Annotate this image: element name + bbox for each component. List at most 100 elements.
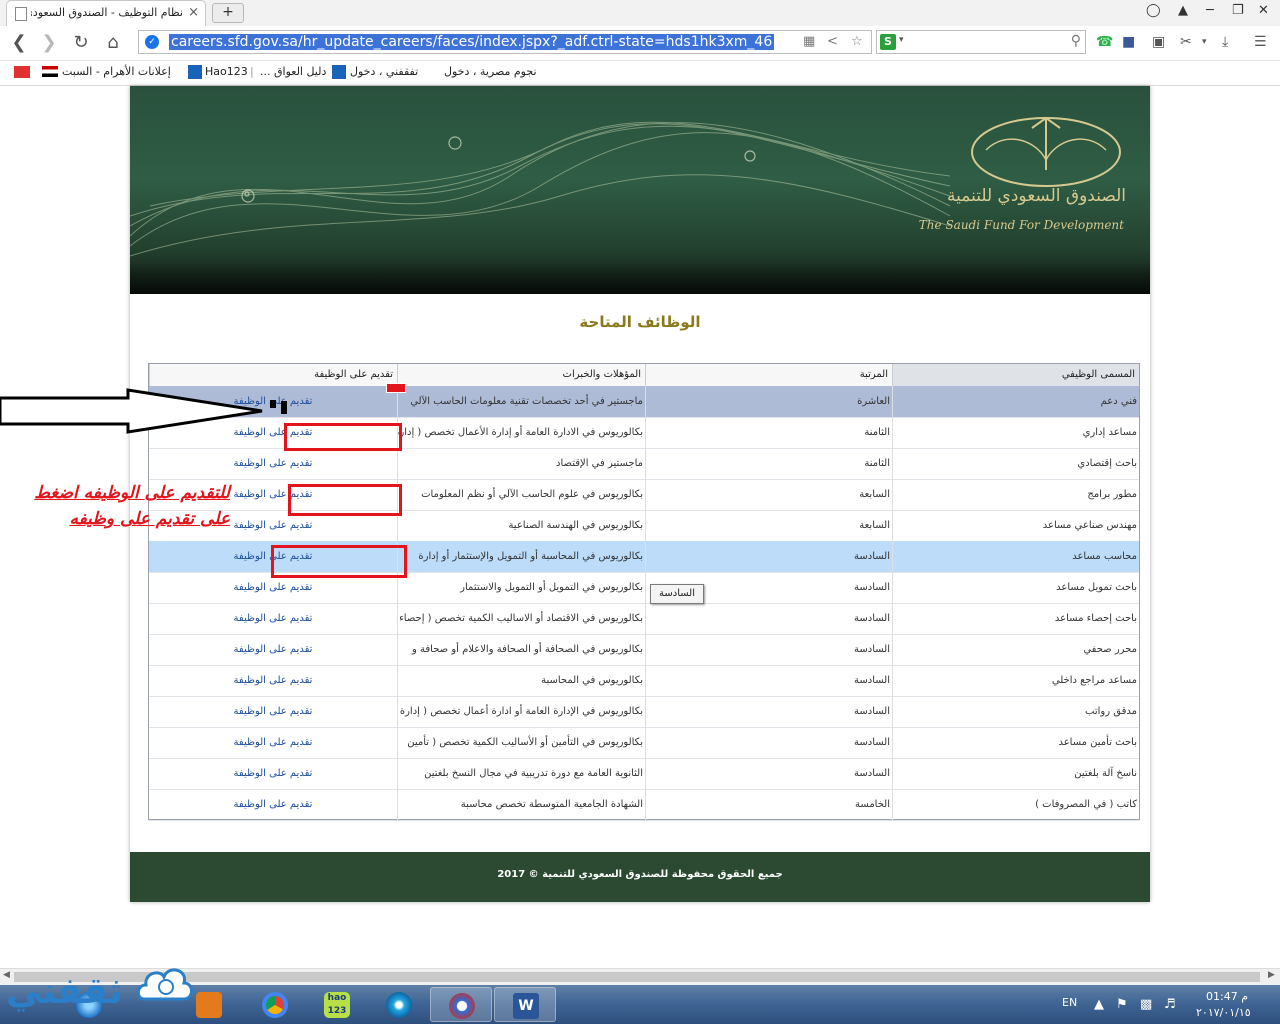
forward-icon[interactable]: ❯	[38, 32, 60, 54]
banner-shadow	[130, 262, 1150, 294]
clock-date[interactable]: ٢٠١٧/٠١/١٥	[1196, 1006, 1251, 1019]
close-window-icon[interactable]: ✕	[1258, 3, 1269, 18]
apps-icon[interactable]	[14, 66, 30, 78]
bookmark-nogoum[interactable]: نجوم مصرية ، دخول	[444, 65, 537, 78]
apply-link[interactable]: تقديم على الوظيفة	[234, 582, 313, 593]
cell-job-title: كاتب ( في المصروفات )	[892, 789, 1139, 820]
apply-cell[interactable]: تقديم على الوظيفة	[149, 789, 397, 820]
table-row[interactable]: تقديم على الوظيفة بكالوريوس في الإدارة ال…	[149, 696, 1139, 728]
bookmark-thaqafni[interactable]: تفقفني ، دخول	[350, 65, 418, 78]
media-player-icon	[196, 992, 222, 1018]
apply-cell[interactable]: تقديم على الوظيفة	[149, 727, 397, 758]
table-row[interactable]: تقديم على الوظيفة بكالوريوس في المحاسبة ال…	[149, 665, 1139, 697]
taskbar-chrome[interactable]	[244, 987, 306, 1022]
scissors-icon[interactable]: ✂	[1180, 34, 1192, 50]
search-box[interactable]: S ▾ ⚲	[876, 30, 1086, 54]
apply-link[interactable]: تقديم على الوظيفة	[234, 613, 313, 624]
menu-icon[interactable]: ☰	[1254, 34, 1267, 50]
table-row[interactable]: تقديم على الوظيفة بكالوريوس في الاقتصاد أ…	[149, 603, 1139, 635]
apply-link[interactable]: تقديم على الوظيفة	[234, 458, 313, 469]
clock-time[interactable]: 01:47 م	[1206, 990, 1248, 1003]
network-icon[interactable]: ▩	[1140, 997, 1152, 1012]
volume-icon[interactable]: ♬	[1164, 997, 1176, 1012]
scrollbar-thumb[interactable]	[14, 972, 1260, 982]
bookmark-hao123[interactable]: Hao123	[205, 65, 248, 78]
cell-qualifications: بكالوريوس في الإدارة العامة أو ادارة أعم…	[397, 696, 645, 727]
cell-grade: السادسة	[645, 727, 892, 758]
cell-qualifications: بكالوريوس في التأمين أو الأساليب الكمية …	[397, 727, 645, 758]
apply-link[interactable]: تقديم على الوظيفة	[234, 706, 313, 717]
table-row[interactable]: تقديم على الوظيفة الشهادة الجامعية المتوس…	[149, 789, 1139, 821]
cell-qualifications: بكالوريوس في الهندسة الصناعية	[397, 510, 645, 541]
apply-link[interactable]: تقديم على الوظيفة	[234, 520, 313, 531]
language-indicator[interactable]: EN	[1062, 996, 1077, 1009]
bookmark-star-icon[interactable]: ☆	[851, 34, 863, 49]
profile-icon[interactable]: ◯	[1146, 3, 1161, 18]
taskbar-word[interactable]: W	[494, 987, 556, 1022]
apply-cell[interactable]: تقديم على الوظيفة	[149, 448, 397, 479]
cell-qualifications: بكالوريوس في علوم الحاسب الآلي أو نظم ال…	[397, 479, 645, 510]
back-icon[interactable]: ❮	[8, 32, 30, 54]
action-center-icon[interactable]: ⚑	[1116, 997, 1128, 1012]
hao123-app-icon: hao 123	[324, 992, 350, 1018]
search-engine-dropdown-icon[interactable]: ▾	[899, 35, 904, 45]
header-qualifications[interactable]: المؤهلات والخبرات	[397, 364, 645, 386]
table-row[interactable]: تقديم على الوظيفة بكالوريوس في الصحافة أو…	[149, 634, 1139, 666]
apply-cell[interactable]: تقديم على الوظيفة	[149, 665, 397, 696]
address-bar[interactable]: ✓ careers.sfd.gov.sa/hr_update_careers/f…	[138, 30, 872, 54]
annotation-line-2: على تقديم على وظيفه	[69, 509, 230, 529]
taskbar-hao123[interactable]: hao 123	[306, 987, 368, 1022]
browser-app-icon	[449, 993, 475, 1019]
scroll-right-icon[interactable]: ▶	[1268, 970, 1275, 980]
download-icon[interactable]: ⤓	[1222, 34, 1228, 50]
pin-icon[interactable]: ▲	[1178, 3, 1188, 18]
facebook-icon[interactable]: ■	[1122, 34, 1135, 50]
apply-link[interactable]: تقديم على الوظيفة	[234, 768, 313, 779]
translate-icon[interactable]: ▦	[803, 34, 815, 49]
whatsapp-icon[interactable]: ☎	[1096, 34, 1113, 50]
download-helper-icon[interactable]: ▣	[1152, 34, 1165, 50]
cell-grade: الثامنة	[645, 417, 892, 448]
banner-english-name: The Saudi Fund For Development	[918, 218, 1124, 232]
minimize-icon[interactable]: ─	[1206, 3, 1214, 18]
restore-icon[interactable]: ❐	[1232, 3, 1244, 18]
taskbar-browser[interactable]	[430, 987, 492, 1022]
bookmark-guide[interactable]: دليل العواق ...	[260, 65, 326, 78]
cell-job-title: مساعد إداري	[892, 417, 1139, 448]
url-text[interactable]: careers.sfd.gov.sa/hr_update_careers/fac…	[169, 34, 775, 50]
apply-link[interactable]: تقديم على الوظيفة	[234, 675, 313, 686]
apply-link[interactable]: تقديم على الوظيفة	[234, 737, 313, 748]
reload-icon[interactable]: ↻	[70, 32, 92, 54]
apply-cell[interactable]: تقديم على الوظيفة	[149, 696, 397, 727]
table-row[interactable]: تقديم على الوظيفة الثانوية العامة مع دورة…	[149, 758, 1139, 790]
header-apply[interactable]: تقديم على الوظيفة	[149, 364, 397, 386]
share-icon[interactable]: <	[827, 34, 838, 49]
browser-tab[interactable]: نظام التوظيف - الصندوق السعودي ×	[6, 0, 206, 26]
cell-qualifications: الثانوية العامة مع دورة تدريبية في مجال …	[397, 758, 645, 789]
hao123-icon	[188, 65, 202, 79]
search-engine-logo[interactable]: S	[880, 34, 896, 50]
close-tab-icon[interactable]: ×	[188, 5, 199, 20]
apply-link[interactable]: تقديم على الوظيفة	[234, 644, 313, 655]
cell-grade: السادسة	[645, 696, 892, 727]
apply-cell[interactable]: تقديم على الوظيفة	[149, 603, 397, 634]
bookmark-ahram[interactable]: إعلانات الأهرام - السبت	[62, 65, 171, 78]
header-grade[interactable]: المرتبة	[645, 364, 892, 386]
tray-arrow-icon[interactable]: ▲	[1094, 997, 1104, 1012]
cell-job-title: باحث تمويل مساعد	[892, 572, 1139, 603]
cell-qualifications: بكالوريوس في المحاسبة	[397, 665, 645, 696]
table-row[interactable]: تقديم على الوظيفة بكالوريوس في التأمين أو…	[149, 727, 1139, 759]
apply-link[interactable]: تقديم على الوظيفة	[234, 799, 313, 810]
new-tab-button[interactable]: +	[212, 3, 244, 23]
home-icon[interactable]: ⌂	[102, 32, 124, 54]
cell-job-title: فني دعم	[892, 386, 1139, 417]
highlight-box-row-4	[288, 484, 402, 516]
dropdown-icon[interactable]: ▾	[1202, 37, 1207, 47]
header-job-title[interactable]: المسمى الوظيفي	[892, 364, 1139, 386]
table-row[interactable]: تقديم على الوظيفة ماجستير في الإقتصاد الثا…	[149, 448, 1139, 480]
apply-cell[interactable]: تقديم على الوظيفة	[149, 758, 397, 789]
search-icon[interactable]: ⚲	[1071, 33, 1081, 49]
apply-cell[interactable]: تقديم على الوظيفة	[149, 634, 397, 665]
taskbar-video[interactable]	[368, 987, 430, 1022]
highlight-box-row-6	[271, 545, 407, 578]
